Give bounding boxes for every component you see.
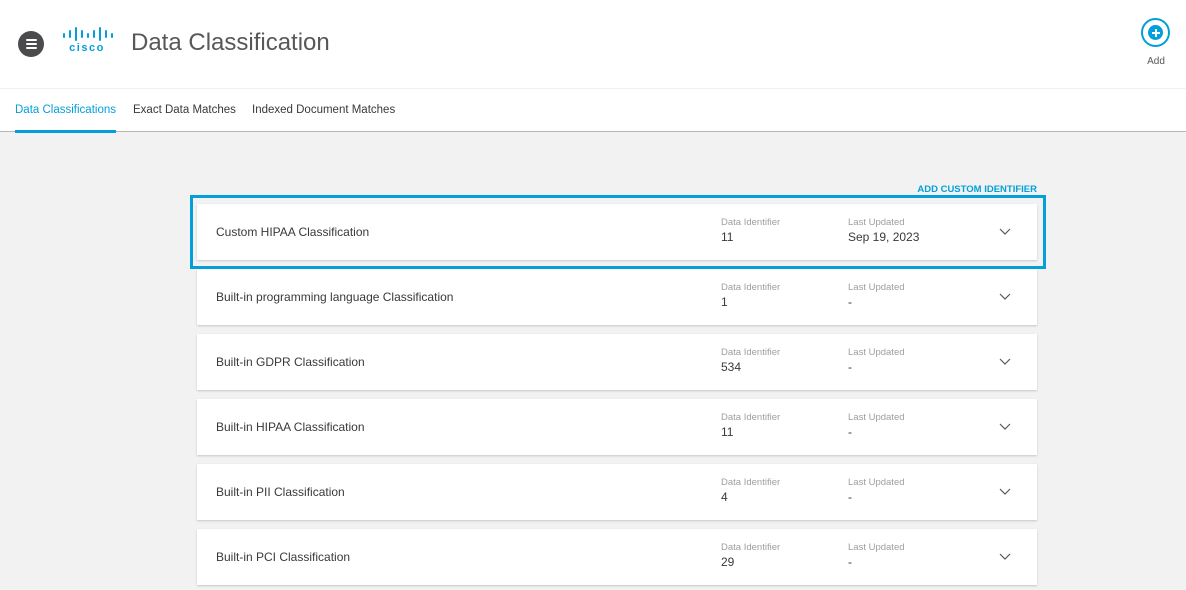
- data-identifier-label: Data Identifier: [721, 347, 781, 358]
- last-updated-value: -: [848, 295, 852, 309]
- classification-card[interactable]: Built-in programming language Classifica…: [197, 269, 1037, 325]
- tab-data-classifications[interactable]: Data Classifications: [15, 89, 116, 133]
- chevron-down-icon[interactable]: [999, 226, 1011, 236]
- classification-name: Built-in PCI Classification: [216, 550, 351, 564]
- data-identifier-value: 11: [721, 425, 734, 439]
- classification-name: Built-in PII Classification: [216, 485, 345, 499]
- classification-card[interactable]: Built-in PCI Classification Data Identif…: [197, 529, 1037, 585]
- classification-name: Built-in programming language Classifica…: [216, 290, 454, 304]
- last-updated-value: -: [848, 555, 852, 569]
- data-identifier-label: Data Identifier: [721, 412, 781, 423]
- data-identifier-label: Data Identifier: [721, 542, 781, 553]
- chevron-down-icon[interactable]: [999, 486, 1011, 496]
- page-title: Data Classification: [131, 29, 330, 56]
- data-identifier-value: 534: [721, 360, 742, 374]
- last-updated-label: Last Updated: [848, 412, 905, 423]
- classification-name: Custom HIPAA Classification: [216, 225, 370, 239]
- tab-indexed-document-matches[interactable]: Indexed Document Matches: [252, 89, 395, 132]
- add-button[interactable]: [1141, 18, 1170, 47]
- last-updated-value: -: [848, 360, 852, 374]
- data-identifier-value: 1: [721, 295, 728, 309]
- last-updated-value: -: [848, 490, 852, 504]
- cisco-logo: cisco: [62, 27, 114, 57]
- data-identifier-value: 29: [721, 555, 735, 569]
- add-custom-identifier-link[interactable]: ADD CUSTOM IDENTIFIER: [870, 184, 1037, 195]
- logo-wordmark: cisco: [69, 42, 105, 54]
- add-button-label: Add: [1147, 56, 1165, 67]
- last-updated-value: Sep 19, 2023: [848, 230, 920, 244]
- hamburger-menu-icon[interactable]: [18, 31, 44, 57]
- cisco-bridge-icon: [63, 27, 113, 41]
- last-updated-label: Last Updated: [848, 347, 905, 358]
- chevron-down-icon[interactable]: [999, 551, 1011, 561]
- chevron-down-icon[interactable]: [999, 421, 1011, 431]
- chevron-down-icon[interactable]: [999, 291, 1011, 301]
- tab-exact-data-matches[interactable]: Exact Data Matches: [133, 89, 236, 132]
- classification-card[interactable]: Custom HIPAA Classification Data Identif…: [197, 204, 1037, 260]
- last-updated-label: Last Updated: [848, 217, 905, 228]
- chevron-down-icon[interactable]: [999, 356, 1011, 366]
- classification-card[interactable]: Built-in HIPAA Classification Data Ident…: [197, 399, 1037, 455]
- data-identifier-value: 11: [721, 230, 734, 244]
- data-identifier-label: Data Identifier: [721, 282, 781, 293]
- data-identifier-label: Data Identifier: [721, 217, 781, 228]
- last-updated-label: Last Updated: [848, 477, 905, 488]
- classification-name: Built-in GDPR Classification: [216, 355, 365, 369]
- tab-bar: Data Classifications Exact Data Matches …: [0, 89, 1186, 133]
- last-updated-label: Last Updated: [848, 542, 905, 553]
- data-identifier-value: 4: [721, 490, 728, 504]
- data-identifier-label: Data Identifier: [721, 477, 781, 488]
- classification-card[interactable]: Built-in GDPR Classification Data Identi…: [197, 334, 1037, 390]
- plus-circle-icon: [1148, 25, 1163, 40]
- last-updated-value: -: [848, 425, 852, 439]
- app-header: cisco Data Classification Add: [0, 0, 1186, 88]
- classification-card[interactable]: Built-in PII Classification Data Identif…: [197, 464, 1037, 520]
- classification-name: Built-in HIPAA Classification: [216, 420, 365, 434]
- last-updated-label: Last Updated: [848, 282, 905, 293]
